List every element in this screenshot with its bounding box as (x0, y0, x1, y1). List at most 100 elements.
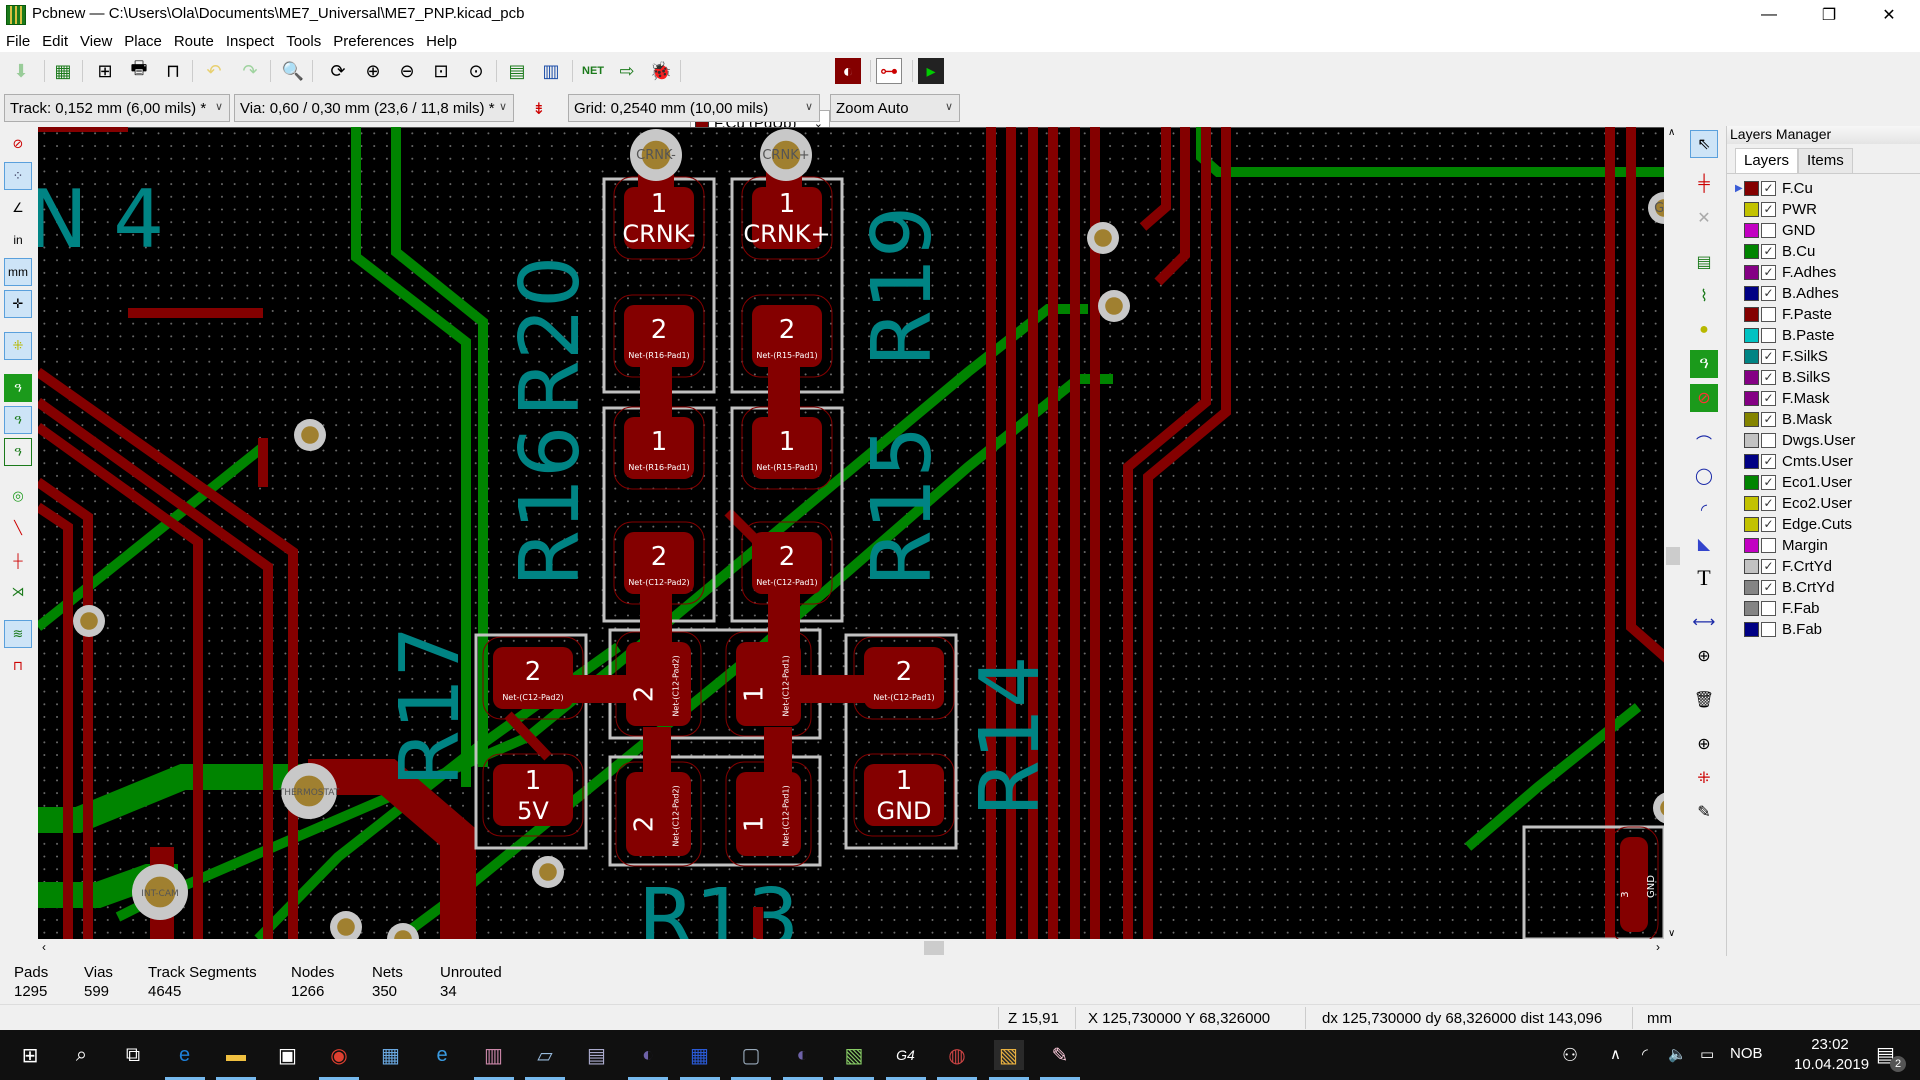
drc-off-icon[interactable]: ⊘ (4, 130, 32, 158)
grid-icon[interactable]: ⁘ (4, 162, 32, 190)
smd-pad[interactable]: 1CRNK+ (741, 176, 833, 260)
ratsnest-lines-icon[interactable]: ⋊ (4, 578, 32, 606)
via[interactable]: GN (1648, 192, 1664, 224)
g4-icon[interactable]: G4 (891, 1040, 921, 1070)
smd-pad[interactable]: 1GND (853, 753, 955, 837)
zoom-out-icon[interactable]: ⊖ (394, 58, 420, 84)
track-width-select[interactable]: Track: 0,152 mm (6,00 mils) * ∨ (4, 94, 230, 122)
redraw-icon[interactable]: ⟳ (325, 58, 351, 84)
smd-pad[interactable]: 1 Net-(R16-Pad1) (613, 406, 705, 490)
restore-button[interactable]: ❐ (1800, 0, 1858, 30)
chrome-icon[interactable]: ◉ (324, 1040, 354, 1070)
via[interactable] (73, 605, 105, 637)
layer-visibility-checkbox[interactable]: ✓ (1761, 412, 1776, 427)
app-icon[interactable]: ◍ (942, 1040, 972, 1070)
mm-icon[interactable]: mm (4, 258, 32, 286)
filled-zones-icon[interactable]: ዓ (4, 374, 32, 402)
vertical-scrollbar[interactable]: ∧ ∨ (1664, 127, 1682, 939)
route-track-icon[interactable]: ⌇ (1690, 282, 1718, 310)
microwave-icon[interactable]: ⊓ (4, 652, 32, 680)
layer-row-b-adhes[interactable]: ✓ B.Adhes (1727, 283, 1920, 304)
layer-color-swatch[interactable] (1744, 328, 1759, 343)
layer-row-f-fab[interactable]: F.Fab (1727, 598, 1920, 619)
layer-color-swatch[interactable] (1744, 601, 1759, 616)
wifi-icon[interactable]: ◜ (1642, 1045, 1648, 1063)
minimize-button[interactable]: — (1740, 0, 1798, 30)
select-icon[interactable]: ⇖ (1690, 130, 1718, 158)
save-icon[interactable]: ⬇ (8, 58, 34, 84)
layer-color-swatch[interactable] (1744, 475, 1759, 490)
layer-color-swatch[interactable] (1744, 559, 1759, 574)
layer-row-gnd[interactable]: GND (1727, 220, 1920, 241)
graphic-line-icon[interactable]: ⌒ (1690, 428, 1718, 456)
layer-visibility-checkbox[interactable]: ✓ (1761, 517, 1776, 532)
zoom-select[interactable]: Zoom Auto ∨ (830, 94, 960, 122)
auto-track-width-icon[interactable]: ⇟ (526, 96, 552, 122)
layer-visibility-checkbox[interactable] (1761, 223, 1776, 238)
control-panel-icon[interactable]: ▦ (376, 1040, 406, 1070)
undo-icon[interactable]: ↶ (201, 58, 227, 84)
smd-pad[interactable]: 15V (482, 753, 584, 837)
app-grid-icon[interactable]: ▦ (685, 1040, 715, 1070)
layer-visibility-checkbox[interactable] (1761, 622, 1776, 637)
add-footprint-icon[interactable]: ▤ (1690, 248, 1718, 276)
layer-row-f-cu[interactable]: ▶ ✓ F.Cu (1727, 178, 1920, 199)
layer-visibility-checkbox[interactable]: ✓ (1761, 475, 1776, 490)
menu-help[interactable]: Help (426, 33, 457, 50)
board-setup-icon[interactable]: ▦ (50, 58, 76, 84)
smd-pad[interactable]: 2 Net-(R16-Pad1) (613, 294, 705, 378)
layer-row-f-adhes[interactable]: ✓ F.Adhes (1727, 262, 1920, 283)
highlight-net-icon[interactable]: ╪ (1690, 170, 1718, 198)
layer-color-swatch[interactable] (1744, 391, 1759, 406)
paint-icon[interactable]: ✎ (1045, 1040, 1075, 1070)
layer-row-f-silks[interactable]: ✓ F.SilkS (1727, 346, 1920, 367)
target-icon[interactable]: ⊕ (1690, 642, 1718, 670)
layer-color-swatch[interactable] (1744, 454, 1759, 469)
smd-pad[interactable]: 1CRNK- (613, 176, 705, 260)
layer-visibility-checkbox[interactable]: ✓ (1761, 181, 1776, 196)
kicad-gerbview-icon[interactable]: ▥ (479, 1040, 509, 1070)
layer-color-swatch[interactable] (1744, 370, 1759, 385)
layer-row-f-paste[interactable]: F.Paste (1727, 304, 1920, 325)
smd-pad[interactable]: 3 GND (1609, 826, 1659, 939)
layer-visibility-checkbox[interactable]: ✓ (1761, 349, 1776, 364)
layer-row-f-crtyd[interactable]: ✓ F.CrtYd (1727, 556, 1920, 577)
menu-view[interactable]: View (80, 33, 112, 50)
layer-visibility-checkbox[interactable] (1761, 601, 1776, 616)
menu-route[interactable]: Route (174, 33, 214, 50)
layer-row-eco1-user[interactable]: ✓ Eco1.User (1727, 472, 1920, 493)
layer-color-swatch[interactable] (1744, 181, 1759, 196)
zoom-fit-icon[interactable]: ⊡ (428, 58, 454, 84)
task-view-icon[interactable]: ⧉ (118, 1040, 148, 1070)
layer-row-f-mask[interactable]: ✓ F.Mask (1727, 388, 1920, 409)
usb-icon[interactable]: ▢ (736, 1040, 766, 1070)
smd-pad[interactable]: 2 Net-(C12-Pad2) (615, 761, 702, 867)
scroll-down-icon[interactable]: ∨ (1668, 928, 1675, 939)
grid-select[interactable]: Grid: 0,2540 mm (10,00 mils) ∨ (568, 94, 820, 122)
via[interactable] (1098, 290, 1130, 322)
layer-row-dwgs-user[interactable]: Dwgs.User (1727, 430, 1920, 451)
layer-color-swatch[interactable] (1744, 202, 1759, 217)
layer-row-b-crtyd[interactable]: ✓ B.CrtYd (1727, 577, 1920, 598)
eeschema-icon[interactable]: ⊶ (876, 58, 902, 84)
layer-row-b-silks[interactable]: ✓ B.SilkS (1727, 367, 1920, 388)
zoom-in-icon[interactable]: ⊕ (360, 58, 386, 84)
volume-icon[interactable]: 🔈 (1668, 1045, 1687, 1063)
layer-visibility-checkbox[interactable]: ✓ (1761, 286, 1776, 301)
store-icon[interactable]: ▣ (273, 1040, 303, 1070)
layer-visibility-checkbox[interactable] (1761, 433, 1776, 448)
device-manager-icon[interactable]: ▤ (582, 1040, 612, 1070)
layer-visibility-checkbox[interactable] (1761, 307, 1776, 322)
find-icon[interactable]: 🔍 (280, 58, 306, 84)
layer-color-swatch[interactable] (1744, 517, 1759, 532)
via[interactable] (330, 911, 362, 939)
measure-icon[interactable]: ✎ (1690, 798, 1718, 826)
search-icon[interactable]: ⌕ (67, 1040, 97, 1070)
menu-preferences[interactable]: Preferences (333, 33, 414, 50)
local-ratsnest-icon[interactable]: ✕ (1690, 204, 1718, 232)
drc-icon[interactable]: 🐞 (648, 58, 674, 84)
add-via-icon[interactable]: ● (1690, 316, 1718, 344)
layer-color-swatch[interactable] (1744, 286, 1759, 301)
footprint-browser-icon[interactable]: ▥ (538, 58, 564, 84)
eclipse-icon[interactable]: ◐ (633, 1040, 663, 1070)
